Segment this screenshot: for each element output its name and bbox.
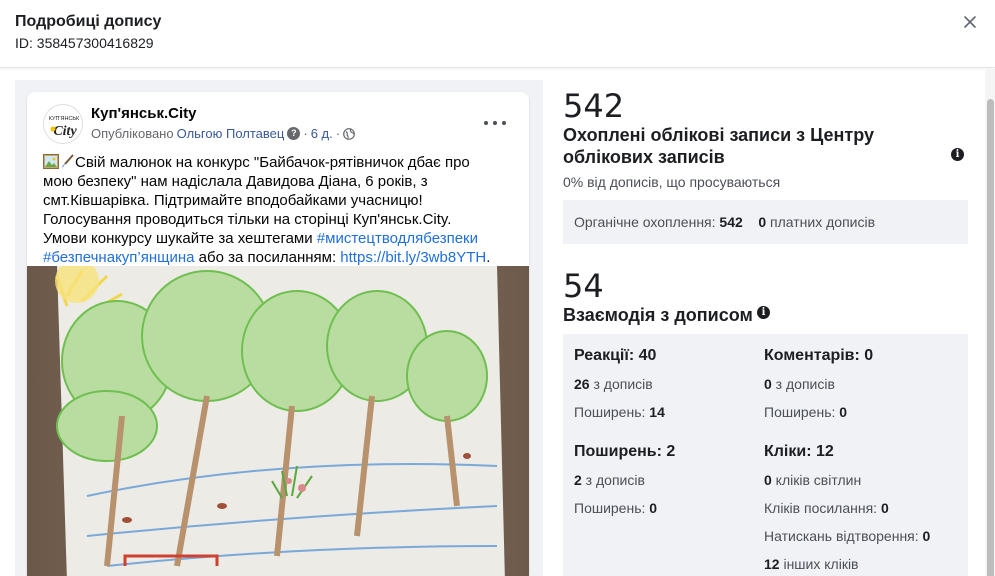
organic-reach-box: Органічне охоплення: 542 0 платних допис… xyxy=(563,200,968,244)
shares-from-shares: Поширень: 0 xyxy=(574,500,657,516)
engagement-title: Взаємодія з дописом xyxy=(563,305,753,325)
post-text-line: Голосування проводиться тільки на сторін… xyxy=(43,211,452,228)
post-id: ID: 358457300416829 xyxy=(15,35,154,51)
organic-reach-label: Органічне охоплення: xyxy=(574,214,720,230)
page-name[interactable]: Куп'янськ.City xyxy=(91,105,197,122)
stat-label: інших кліків xyxy=(779,556,859,572)
hashtag-link[interactable]: #мистецтводлябезпеки xyxy=(317,230,478,247)
post-image[interactable] xyxy=(27,259,529,576)
stat-value: 0 xyxy=(764,472,772,488)
reactions-from-shares: Поширень: 14 xyxy=(574,404,665,420)
svg-text:КУП'ЯНСЬК: КУП'ЯНСЬК xyxy=(49,116,80,122)
reach-subtitle: 0% від дописів, що просуваються xyxy=(563,174,781,190)
paintbrush-emoji-icon xyxy=(61,154,74,168)
question-icon[interactable]: ? xyxy=(287,127,301,140)
paid-reach-label: платних дописів xyxy=(766,214,876,230)
more-options-dot xyxy=(493,121,497,125)
dialog-title: Подробиці допису xyxy=(15,13,162,30)
stat-label: Поширень: xyxy=(574,404,650,420)
post-text-line: мою безпеку" нам надіслала Давидова Діан… xyxy=(43,173,428,190)
stat-label: Кліків посилання: xyxy=(764,500,881,516)
stat-label: Натискань відтворення: xyxy=(764,528,923,544)
stat-value: 26 xyxy=(574,376,590,392)
stat-value: 0 xyxy=(764,376,772,392)
stat-value: 0 xyxy=(880,500,889,516)
paid-reach-value: 0 xyxy=(758,214,767,230)
post-text-line: . xyxy=(486,249,491,266)
comments-heading: Коментарів: 0 xyxy=(764,347,874,364)
post-text: Свій малюнок на конкурс "Байбачок-рятівн… xyxy=(43,153,521,267)
scrollbar-thumb[interactable] xyxy=(987,99,994,576)
reach-title: Охоплені облікові записи з Центру обліко… xyxy=(563,125,874,167)
more-options-dot xyxy=(502,121,506,125)
info-icon[interactable]: i xyxy=(951,148,964,161)
stat-label: кліків світлин xyxy=(771,472,862,488)
reactions-from-posts: 26 з дописів xyxy=(574,376,653,392)
post-text-line: Свій малюнок на конкурс "Байбачок-рятівн… xyxy=(75,154,470,171)
stat-label: з дописів xyxy=(589,376,653,392)
post-text-line: смт.Ківшарівка. Підтримайте вподобайками… xyxy=(43,192,423,209)
clicks-heading: Кліки: 12 xyxy=(764,443,834,460)
post-age[interactable]: 6 д. xyxy=(311,126,333,141)
stat-label: Поширень: xyxy=(574,500,650,516)
post-url-link[interactable]: https://bit.ly/3wb8YTH xyxy=(340,249,486,266)
photo-clicks: 0 кліків світлин xyxy=(764,472,861,488)
dialog-header: Подробиці допису ID: 358457300416829 xyxy=(0,0,995,68)
scrollbar[interactable] xyxy=(985,69,995,576)
engagement-number: 54 xyxy=(563,267,604,305)
post-text-line: або за посиланням: xyxy=(194,249,341,266)
published-label: Опубліковано xyxy=(91,126,174,141)
other-clicks: 12 інших кліків xyxy=(764,556,859,572)
stat-value: 0 xyxy=(649,500,658,516)
reactions-heading: Реакції: 40 xyxy=(574,347,657,364)
close-button[interactable] xyxy=(958,10,982,34)
info-icon[interactable]: i xyxy=(757,306,770,319)
page-avatar[interactable]: КУП'ЯНСЬК City xyxy=(43,104,83,144)
stat-value: 14 xyxy=(649,404,665,420)
more-options-button[interactable] xyxy=(482,110,508,136)
svg-text:City: City xyxy=(53,124,77,139)
stat-label: з дописів xyxy=(771,376,835,392)
organic-reach-row: Органічне охоплення: 542 0 платних допис… xyxy=(574,214,875,230)
reach-number: 542 xyxy=(563,87,625,125)
picture-emoji-icon xyxy=(43,154,59,169)
hashtag-link[interactable]: #безпечнакуп’янщина xyxy=(43,249,195,266)
link-clicks: Кліків посилання: 0 xyxy=(764,500,889,516)
separator-dot: · xyxy=(335,126,341,141)
close-icon xyxy=(964,16,976,28)
engagement-breakdown: Реакції: 40 26 з дописів Поширень: 14 Ко… xyxy=(563,334,968,576)
author-link[interactable]: Ольгою Полтавец xyxy=(177,126,285,141)
stat-value: 0 xyxy=(839,404,848,420)
shares-heading: Поширень: 2 xyxy=(574,443,676,460)
stat-value: 0 xyxy=(922,528,931,544)
separator-dot: · xyxy=(303,126,308,141)
stat-value: 2 xyxy=(574,472,582,488)
stat-value: 12 xyxy=(764,556,780,572)
more-options-icon xyxy=(484,121,488,125)
drawing-photo xyxy=(27,259,529,576)
post-text-line: Умови конкурсу шукайте за хештегами xyxy=(43,230,317,247)
organic-reach-value: 542 xyxy=(719,214,743,230)
stat-label: Поширень: xyxy=(764,404,840,420)
globe-icon xyxy=(343,127,355,140)
post-card: КУП'ЯНСЬК City Куп'янськ.City Опублікова… xyxy=(27,92,529,576)
shares-from-posts: 2 з дописів xyxy=(574,472,645,488)
play-clicks: Натискань відтворення: 0 xyxy=(764,528,930,544)
page-logo: КУП'ЯНСЬК City xyxy=(44,105,82,143)
comments-from-posts: 0 з дописів xyxy=(764,376,835,392)
stat-label: з дописів xyxy=(581,472,645,488)
post-meta: Опубліковано Ольгою Полтавец ? · 6 д. · xyxy=(91,126,355,141)
dialog-content: КУП'ЯНСЬК City Куп'янськ.City Опублікова… xyxy=(0,69,995,576)
comments-from-shares: Поширень: 0 xyxy=(764,404,847,420)
